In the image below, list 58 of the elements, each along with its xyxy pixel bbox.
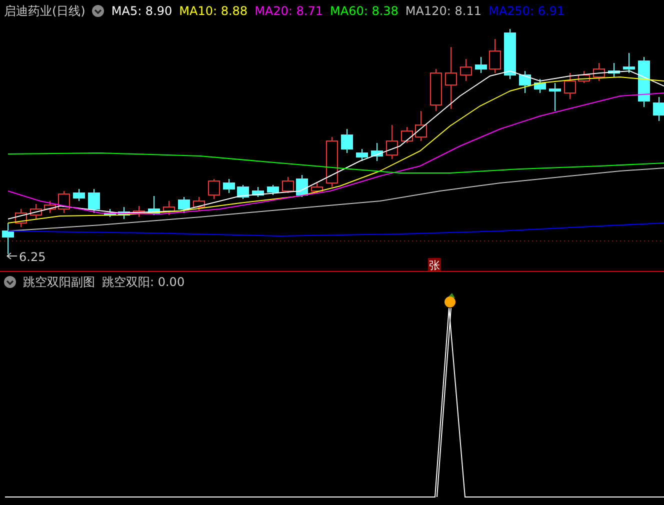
candlestick	[58, 190, 70, 214]
candlestick	[623, 52, 635, 74]
candlestick	[578, 70, 590, 84]
indicator-value: MA120: 8.11	[405, 4, 482, 18]
candlestick	[386, 124, 398, 160]
candlestick	[460, 58, 472, 82]
candlestick	[296, 174, 308, 198]
candlestick	[401, 126, 413, 144]
candlestick	[252, 186, 264, 198]
candlestick	[73, 188, 85, 202]
indicator-title: 跳空双阳副图	[23, 274, 95, 290]
candlestick	[104, 208, 116, 218]
candlestick	[430, 68, 442, 112]
candlestick	[593, 62, 605, 82]
low-price-arrow-icon	[6, 252, 18, 260]
low-price-label: 6.25	[19, 250, 46, 264]
candlestick	[282, 176, 294, 194]
indicator-value: MA20: 8.71	[254, 4, 323, 18]
candlestick	[88, 188, 100, 214]
dropdown-icon[interactable]	[92, 5, 104, 17]
limit-up-badge: 张	[428, 258, 441, 271]
candlestick	[356, 148, 368, 162]
candlestick	[534, 78, 546, 94]
indicator-value: MA10: 8.88	[179, 4, 248, 18]
candlestick	[267, 184, 279, 196]
candlestick	[148, 196, 160, 216]
indicator-value: MA60: 8.38	[330, 4, 398, 18]
candlestick	[608, 62, 620, 78]
candlestick	[445, 46, 457, 110]
candlestick	[208, 178, 220, 200]
candlestick	[44, 200, 56, 214]
candlestick	[193, 196, 205, 212]
candlestick	[311, 182, 323, 194]
candlestick	[118, 206, 130, 220]
candlestick	[653, 96, 664, 122]
candlestick	[371, 142, 383, 162]
candlestick	[341, 128, 353, 154]
candlestick	[223, 178, 235, 194]
candlestick	[163, 200, 175, 216]
candlestick	[326, 136, 338, 188]
candlestick	[638, 56, 650, 108]
candlestick	[504, 28, 516, 80]
candlestick	[237, 184, 249, 200]
indicator-value: MA5: 8.90	[111, 4, 172, 18]
indicator-value: MA250: 6.91	[488, 4, 565, 18]
candlestick	[415, 110, 427, 142]
indicator-reading: 跳空双阳: 0.00	[102, 274, 185, 290]
dropdown-icon[interactable]	[4, 276, 16, 288]
candlestick	[519, 70, 531, 94]
candlestick	[178, 196, 190, 214]
candlestick	[30, 204, 42, 220]
candlestick	[489, 38, 501, 74]
fruit-icon	[444, 293, 456, 308]
candlestick	[475, 56, 487, 74]
candlestick	[133, 206, 145, 218]
candlestick	[564, 72, 576, 100]
candlestick	[549, 82, 561, 112]
stock-title: 启迪药业(日线)	[4, 2, 86, 20]
